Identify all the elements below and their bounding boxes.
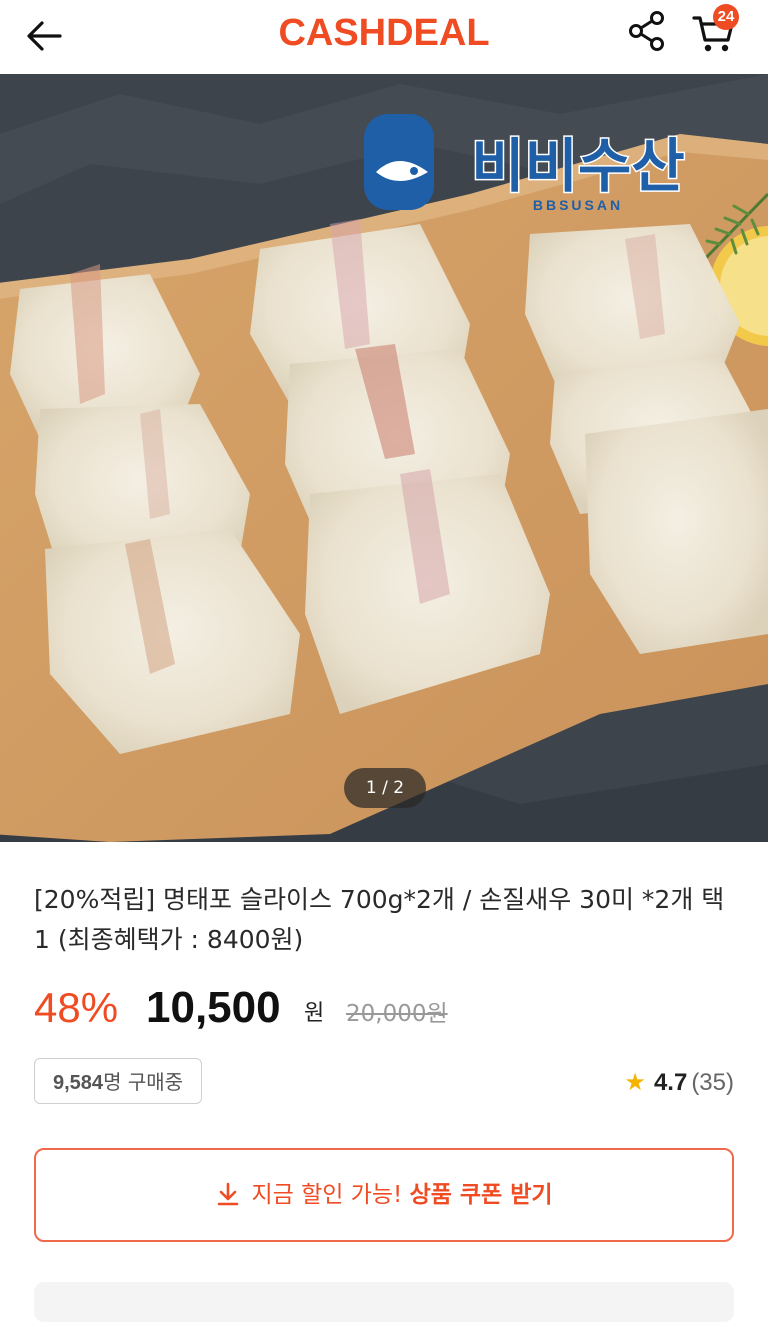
review-count: (35)	[691, 1069, 734, 1096]
sale-price: 10,500	[146, 983, 281, 1032]
image-page-indicator: 1 / 2	[344, 768, 426, 808]
buyers-count-badge: 9,584명 구매중	[34, 1058, 203, 1104]
buyers-count: 9,584	[53, 1072, 104, 1094]
product-title: [20%적립] 명태포 슬라이스 700g*2개 / 손질새우 30미 *2개 …	[34, 885, 725, 954]
next-section-card	[34, 1282, 734, 1322]
product-photo: 비비수산 BBSUSAN	[0, 74, 768, 842]
product-image-carousel[interactable]: 비비수산 BBSUSAN 1 / 2	[0, 74, 768, 842]
svg-text:BBSUSAN: BBSUSAN	[533, 197, 623, 213]
rating-score: 4.7	[653, 1069, 688, 1096]
share-icon[interactable]	[624, 8, 670, 54]
rating-summary[interactable]: ★ 4.7 (35)	[624, 1062, 734, 1102]
buyers-suffix: 명 구매중	[103, 1070, 184, 1094]
original-price: 20,000원	[346, 1001, 448, 1027]
price-row: 48% 10,500 원 20,000원	[34, 980, 754, 1040]
coupon-lead-text: 지금 할인 가능!	[251, 1182, 410, 1208]
discount-rate: 48%	[34, 984, 119, 1031]
top-app-bar: CASHDEAL 24	[0, 0, 768, 74]
cart-count-badge: 24	[713, 4, 739, 30]
coupon-strong-text: 상품 쿠폰 받기	[409, 1182, 553, 1208]
download-icon	[218, 1182, 239, 1205]
coupon-download-button[interactable]: 지금 할인 가능! 상품 쿠폰 받기	[34, 1148, 734, 1242]
star-icon: ★	[624, 1068, 646, 1096]
currency-unit: 원	[304, 1001, 325, 1026]
svg-text:비비수산: 비비수산	[471, 132, 684, 200]
